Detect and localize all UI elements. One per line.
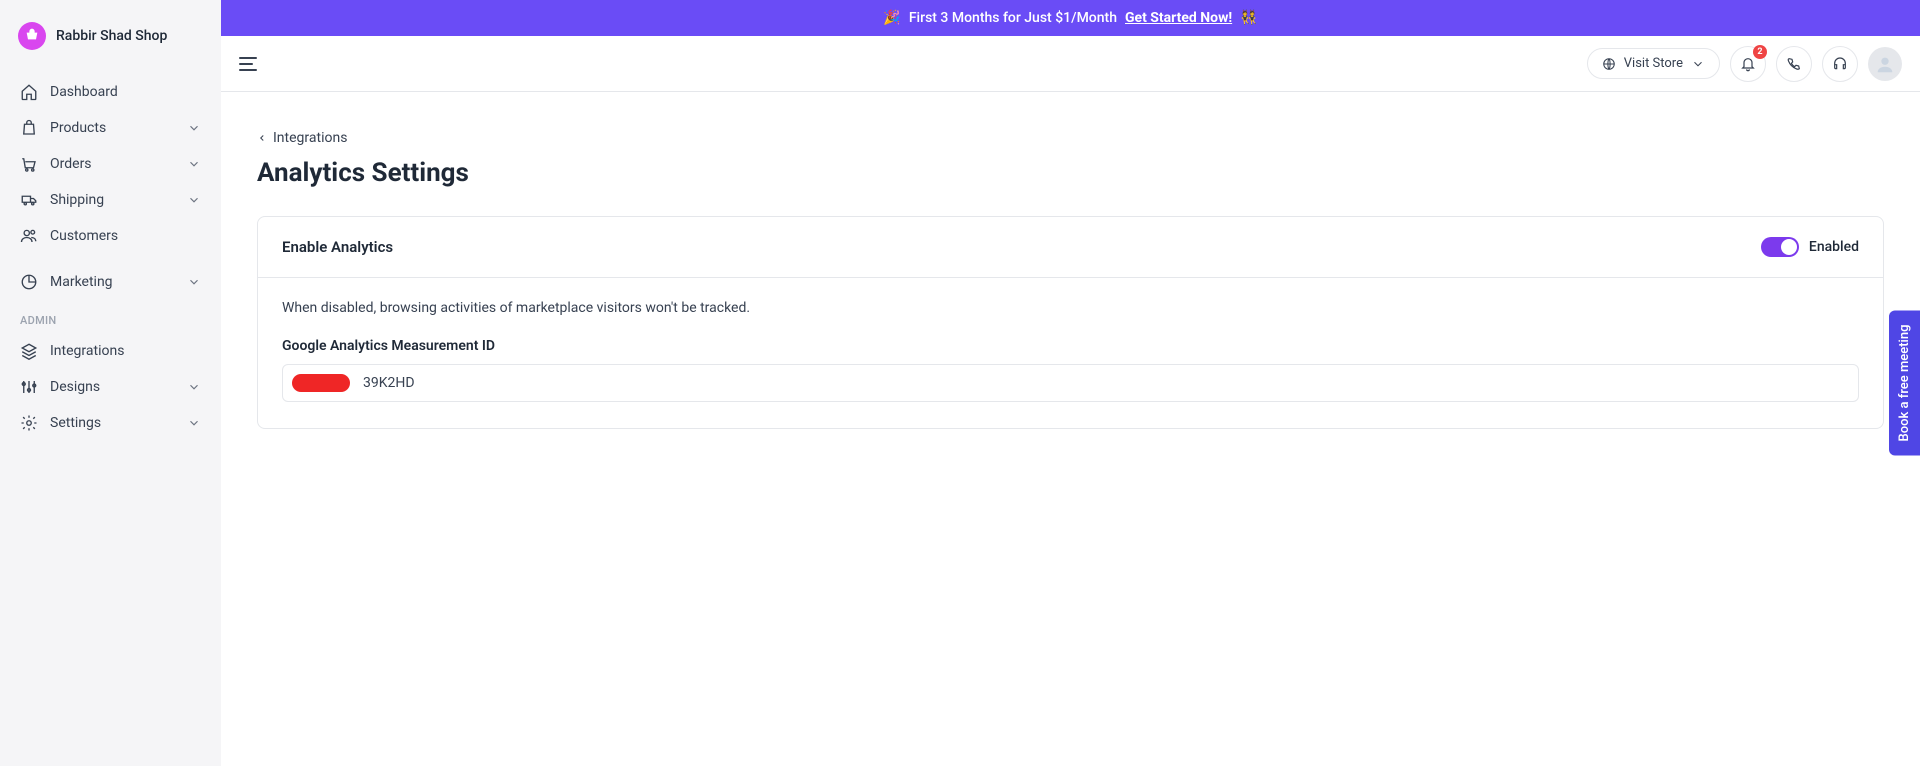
chevron-left-icon xyxy=(257,133,267,143)
truck-icon xyxy=(20,191,38,209)
sidebar-item-products[interactable]: Products xyxy=(8,110,213,146)
topbar: Visit Store 2 xyxy=(221,36,1920,92)
chevron-down-icon xyxy=(187,193,201,207)
page-title: Analytics Settings xyxy=(257,158,1884,188)
sidebar-item-label: Integrations xyxy=(50,343,124,359)
globe-icon xyxy=(1602,57,1616,71)
notifications-button[interactable]: 2 xyxy=(1730,46,1766,82)
card-body: When disabled, browsing activities of ma… xyxy=(258,278,1883,428)
promo-banner: 🎉 First 3 Months for Just $1/Month Get S… xyxy=(221,0,1920,36)
phone-button[interactable] xyxy=(1776,46,1812,82)
promo-cta-link[interactable]: Get Started Now! xyxy=(1125,10,1232,26)
headset-icon xyxy=(1832,56,1848,72)
toggle-state-label: Enabled xyxy=(1809,239,1859,255)
sidebar-item-label: Dashboard xyxy=(50,84,118,100)
chevron-down-icon xyxy=(187,121,201,135)
enable-analytics-label: Enable Analytics xyxy=(282,238,393,256)
admin-section-label: ADMIN xyxy=(8,300,213,333)
sliders-icon xyxy=(20,378,38,396)
chevron-down-icon xyxy=(187,157,201,171)
measurement-id-input[interactable] xyxy=(282,364,1859,402)
sidebar-item-label: Shipping xyxy=(50,192,104,208)
chevron-down-icon xyxy=(187,275,201,289)
sidebar-item-integrations[interactable]: Integrations xyxy=(8,333,213,369)
sidebar-item-label: Customers xyxy=(50,228,118,244)
enable-analytics-toggle[interactable] xyxy=(1761,237,1799,257)
sidebar-item-settings[interactable]: Settings xyxy=(8,405,213,441)
menu-toggle-button[interactable] xyxy=(239,52,263,76)
sidebar-item-designs[interactable]: Designs xyxy=(8,369,213,405)
brand-logo-icon xyxy=(18,22,46,50)
bell-icon xyxy=(1740,56,1756,72)
chevron-down-icon xyxy=(187,416,201,430)
cart-icon xyxy=(20,155,38,173)
measurement-id-label: Google Analytics Measurement ID xyxy=(282,338,1859,354)
analytics-card: Enable Analytics Enabled When disabled, … xyxy=(257,216,1884,429)
party-emoji-icon: 🎉 xyxy=(883,10,900,26)
book-meeting-button[interactable]: Book a free meeting xyxy=(1889,311,1920,456)
sidebar-item-customers[interactable]: Customers xyxy=(8,218,213,254)
user-icon xyxy=(1874,53,1896,75)
analytics-description: When disabled, browsing activities of ma… xyxy=(282,300,1859,316)
measurement-id-input-wrap xyxy=(282,364,1859,402)
promo-text: First 3 Months for Just $1/Month xyxy=(909,10,1117,26)
breadcrumb-label: Integrations xyxy=(273,130,347,146)
sidebar-item-shipping[interactable]: Shipping xyxy=(8,182,213,218)
breadcrumb-back[interactable]: Integrations xyxy=(257,130,1884,146)
visit-store-label: Visit Store xyxy=(1624,56,1683,71)
support-button[interactable] xyxy=(1822,46,1858,82)
sidebar-item-label: Products xyxy=(50,120,106,136)
gear-icon xyxy=(20,414,38,432)
home-icon xyxy=(20,83,38,101)
main-column: 🎉 First 3 Months for Just $1/Month Get S… xyxy=(221,0,1920,766)
sidebar-item-label: Orders xyxy=(50,156,92,172)
bag-icon xyxy=(20,119,38,137)
sidebar-item-dashboard[interactable]: Dashboard xyxy=(8,74,213,110)
sidebar: Rabbir Shad Shop Dashboard Products Orde… xyxy=(0,0,221,766)
phone-icon xyxy=(1786,56,1802,72)
sidebar-item-orders[interactable]: Orders xyxy=(8,146,213,182)
toggle-knob xyxy=(1781,239,1797,255)
sidebar-item-label: Marketing xyxy=(50,274,113,290)
notification-badge: 2 xyxy=(1753,45,1767,59)
sidebar-item-label: Settings xyxy=(50,415,101,431)
pie-icon xyxy=(20,273,38,291)
chevron-down-icon xyxy=(187,380,201,394)
card-header: Enable Analytics Enabled xyxy=(258,217,1883,278)
content-area: Integrations Analytics Settings Enable A… xyxy=(221,92,1920,467)
visit-store-button[interactable]: Visit Store xyxy=(1587,48,1720,79)
sidebar-item-marketing[interactable]: Marketing xyxy=(8,264,213,300)
people-emoji-icon: 👯 xyxy=(1240,10,1257,26)
sidebar-item-label: Designs xyxy=(50,379,100,395)
layers-icon xyxy=(20,342,38,360)
nav-primary: Dashboard Products Orders Shipping Custo… xyxy=(0,68,221,447)
brand-name: Rabbir Shad Shop xyxy=(56,28,167,44)
book-meeting-label: Book a free meeting xyxy=(1897,325,1912,442)
chevron-down-icon xyxy=(1691,57,1705,71)
brand[interactable]: Rabbir Shad Shop xyxy=(0,12,221,68)
toggle-wrap: Enabled xyxy=(1761,237,1859,257)
redaction-overlay xyxy=(292,374,350,392)
users-icon xyxy=(20,227,38,245)
avatar-button[interactable] xyxy=(1868,47,1902,81)
